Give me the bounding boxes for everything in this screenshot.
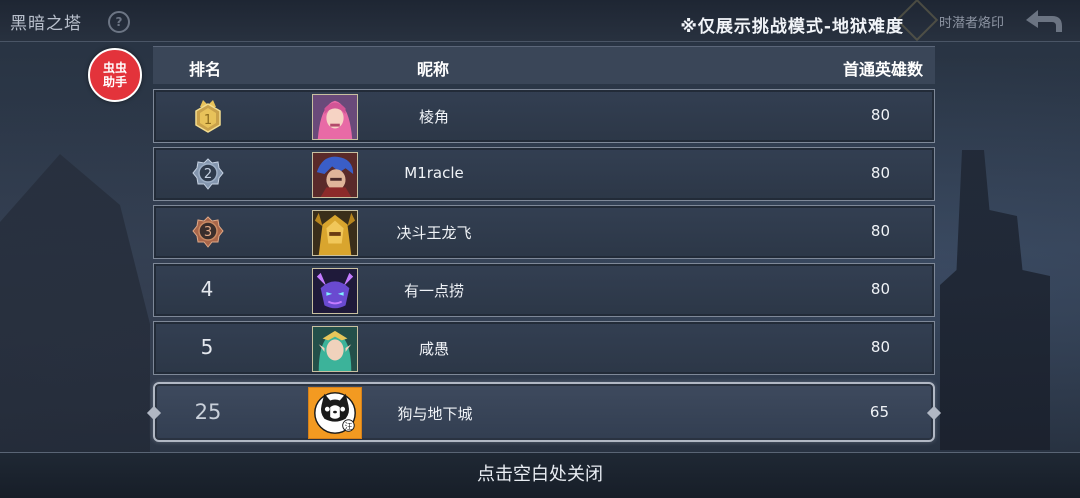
game-title: 黑暗之塔	[10, 14, 82, 34]
avatar-pink-haired-heroine[interactable]	[312, 94, 358, 140]
brand-label[interactable]: 时潜者烙印	[939, 12, 1004, 31]
header-first-clear-heroes: 首通英雄数	[842, 60, 923, 79]
avatar-cat-icon[interactable]: 汪	[308, 387, 362, 439]
leaderboard-row-5[interactable]: 5 咸愚 80	[153, 321, 935, 375]
mode-notice: ※仅展示挑战模式-地狱难度	[680, 17, 904, 37]
leaderboard-row-2[interactable]: 2 M1racle 80	[153, 147, 935, 201]
rank-number: 4	[200, 277, 214, 301]
avatar-badge-text: 汪	[345, 422, 353, 431]
helper-badge-line2: 助手	[102, 75, 127, 89]
bronze-medal-icon: 3	[192, 216, 224, 248]
rank-number: 5	[200, 335, 214, 359]
first-clear-count: 80	[870, 164, 890, 182]
first-clear-count: 80	[870, 222, 890, 240]
leaderboard-row-1[interactable]: 1 棱角 80	[153, 89, 935, 143]
header-rank: 排名	[189, 60, 222, 79]
helper-badge-line1: 虫虫	[102, 61, 127, 75]
header-nickname: 昵称	[417, 60, 450, 79]
avatar-elf-priestess[interactable]	[312, 326, 358, 372]
rank-number: 25	[194, 400, 222, 424]
medal-rank-text: 1	[204, 113, 212, 128]
leaderboard-row-4[interactable]: 4 有一点捞 80	[153, 263, 935, 317]
nickname: 狗与地下城	[397, 405, 473, 423]
close-hint[interactable]: 点击空白处关闭	[0, 460, 1080, 486]
nickname: 有一点捞	[403, 282, 464, 300]
silver-medal-icon: 2	[192, 158, 224, 190]
top-bar: 黑暗之塔 ? ※仅展示挑战模式-地狱难度 时潜者烙印	[0, 0, 1080, 42]
leaderboard-row-3[interactable]: 3 决斗王龙飞 80	[153, 205, 935, 259]
helper-badge[interactable]: 虫虫 助手	[88, 48, 142, 102]
leaderboard-header: 排名 昵称 首通英雄数	[153, 46, 935, 84]
first-clear-count: 80	[870, 106, 890, 124]
gold-medal-icon: 1	[195, 100, 221, 133]
avatar-golden-armored-knight[interactable]	[312, 210, 358, 256]
nickname: M1racle	[404, 164, 464, 182]
medal-rank-text: 3	[204, 225, 212, 240]
nickname: 棱角	[418, 108, 449, 126]
nickname: 决斗王龙飞	[396, 224, 472, 242]
leaderboard-panel: 排名 昵称 首通英雄数 1 棱角 80 2 M1racle 80 3 决斗王龙飞…	[146, 44, 942, 444]
nickname: 咸愚	[418, 340, 449, 358]
own-rank-row[interactable]: 25 汪 狗与地下城 65	[146, 382, 942, 442]
first-clear-count: 80	[870, 338, 890, 356]
back-arrow-icon[interactable]	[1022, 6, 1066, 36]
medal-rank-text: 2	[204, 167, 212, 182]
first-clear-count: 65	[869, 403, 889, 421]
help-icon[interactable]: ?	[108, 11, 130, 33]
first-clear-count: 80	[870, 280, 890, 298]
avatar-blue-haired-warrior[interactable]	[312, 152, 358, 198]
avatar-purple-demon-mask[interactable]	[312, 268, 358, 314]
